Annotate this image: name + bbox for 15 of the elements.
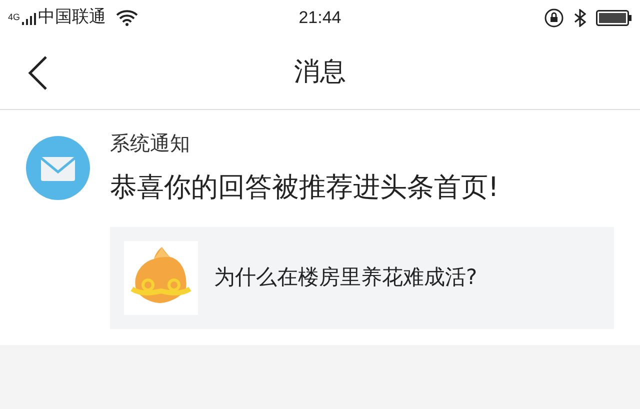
bluetooth-icon: [574, 9, 586, 27]
mail-avatar-icon: [26, 136, 90, 200]
sender-name: 系统通知: [110, 130, 191, 157]
page-title: 消息: [294, 56, 346, 89]
wifi-icon: [116, 10, 138, 26]
question-card[interactable]: 为什么在楼房里养花难成活?: [110, 226, 614, 328]
rotation-lock-icon: [544, 8, 564, 28]
signal-icon: [22, 11, 36, 25]
battery-icon: [596, 10, 632, 26]
carrier-name: 中国联通: [38, 6, 106, 30]
clock-time: 21:44: [298, 7, 342, 30]
back-icon: [28, 56, 48, 90]
message-text: 恭喜你的回答被推荐进头条首页!: [110, 171, 500, 205]
question-title: 为什么在楼房里养花难成活?: [214, 264, 478, 291]
network-type: 4G: [8, 13, 20, 22]
